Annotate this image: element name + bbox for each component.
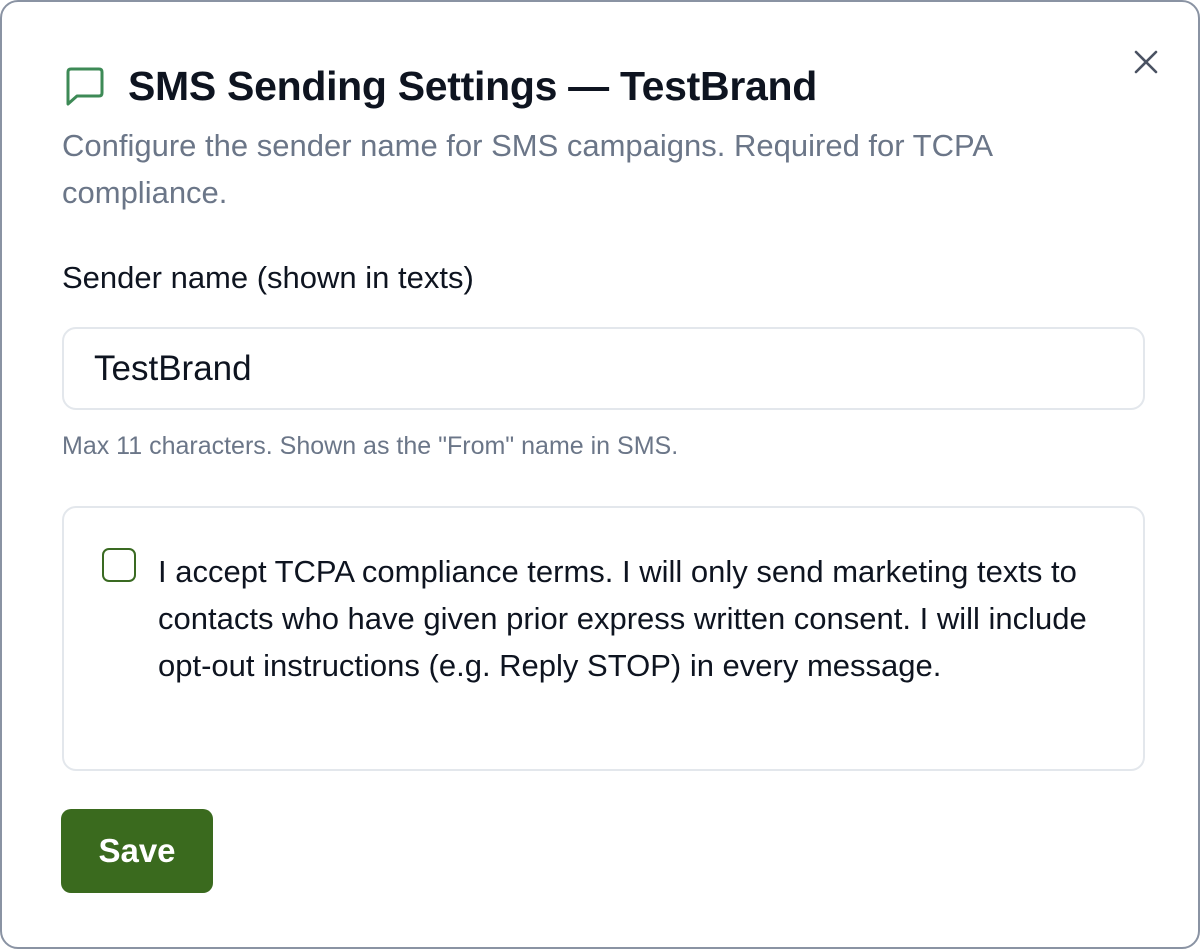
tcpa-consent-checkbox[interactable] [102,548,136,582]
dialog-title: SMS Sending Settings — TestBrand [128,62,817,109]
message-square-icon [62,64,106,108]
save-button[interactable]: Save [61,809,213,893]
close-icon[interactable] [1133,49,1159,75]
close-button[interactable] [1126,42,1166,82]
sender-name-hint: Max 11 characters. Shown as the "From" n… [62,432,679,460]
dialog-subtitle: Configure the sender name for SMS campai… [62,128,992,210]
sms-settings-dialog: SMS Sending Settings — TestBrand Configu… [0,0,1200,949]
dialog-header: SMS Sending Settings — TestBrand [62,58,817,114]
tcpa-consent-text[interactable]: I accept TCPA compliance terms. I will o… [158,548,1118,689]
sender-name-input[interactable] [62,327,1145,410]
sender-name-label: Sender name (shown in texts) [62,260,474,295]
tcpa-consent-box: I accept TCPA compliance terms. I will o… [62,506,1145,771]
